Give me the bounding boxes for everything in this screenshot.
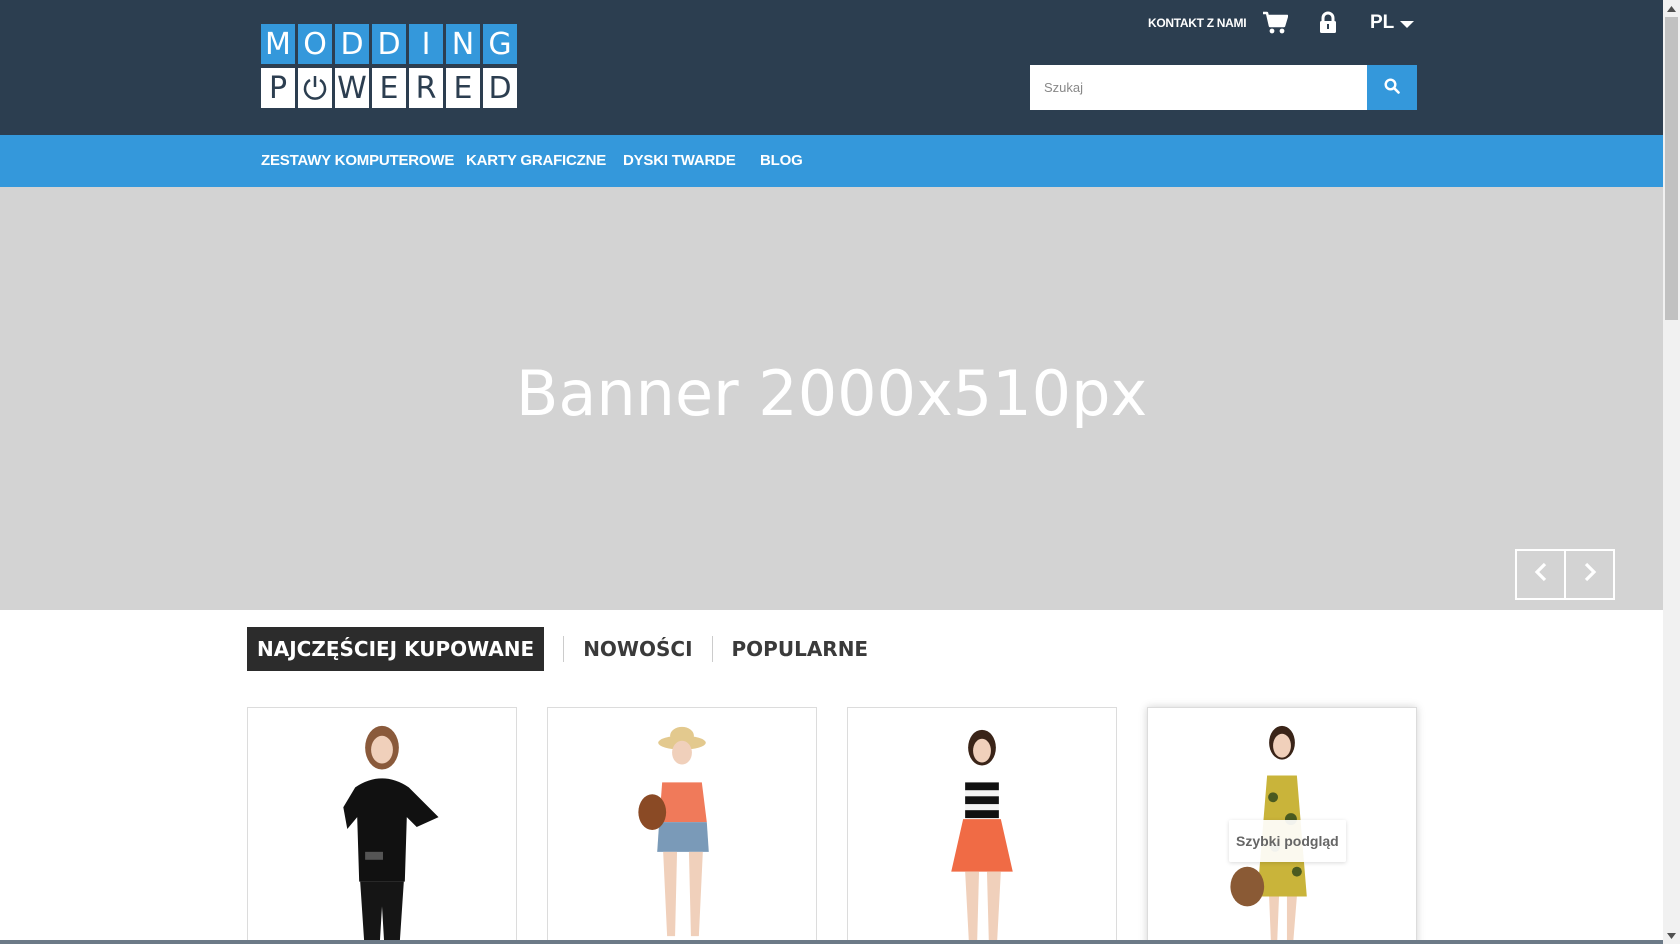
search-input[interactable] bbox=[1030, 65, 1367, 110]
product-tabs: NAJCZĘŚCIEJ KUPOWANE NOWOŚCI POPULARNE bbox=[247, 627, 868, 671]
logo-letter: W bbox=[335, 68, 369, 108]
language-label: PL bbox=[1370, 12, 1395, 33]
slider-prev-button[interactable] bbox=[1515, 549, 1566, 600]
logo-letter: D bbox=[483, 68, 517, 108]
product-card[interactable] bbox=[847, 707, 1117, 944]
logo-letter: E bbox=[446, 68, 480, 108]
power-symbol-icon bbox=[298, 68, 332, 108]
logo-bottom-row: P W E R E D bbox=[261, 68, 517, 108]
lock-icon[interactable] bbox=[1318, 11, 1338, 35]
scrollbar-thumb[interactable] bbox=[1665, 17, 1678, 320]
product-image[interactable] bbox=[248, 708, 516, 944]
search-button[interactable] bbox=[1367, 65, 1417, 110]
main-nav: ZESTAWY KOMPUTEROWE KARTY GRAFICZNE DYSK… bbox=[0, 135, 1663, 187]
product-card[interactable] bbox=[247, 707, 517, 944]
logo-letter: M bbox=[261, 24, 295, 64]
slider-next-button[interactable] bbox=[1564, 549, 1615, 600]
logo-letter: N bbox=[446, 24, 480, 64]
quick-view-button[interactable]: Szybki podgląd bbox=[1229, 820, 1346, 862]
tab-divider bbox=[711, 636, 713, 662]
search-icon bbox=[1384, 78, 1400, 97]
banner-slider[interactable]: Banner 2000x510px bbox=[0, 187, 1663, 610]
product-card[interactable] bbox=[547, 707, 817, 944]
product-image[interactable] bbox=[848, 708, 1116, 944]
product-image[interactable] bbox=[548, 708, 816, 944]
header: M O D D I N G P W E R E D KONTAKT Z NAMI… bbox=[0, 0, 1663, 135]
chevron-left-icon bbox=[1534, 562, 1548, 587]
logo-letter: E bbox=[372, 68, 406, 108]
scroll-up-arrow-icon[interactable] bbox=[1663, 0, 1680, 17]
product-card[interactable]: Szybki podgląd bbox=[1147, 707, 1417, 944]
logo-letter: O bbox=[298, 24, 332, 64]
nav-item-zestawy-komputerowe[interactable]: ZESTAWY KOMPUTEROWE bbox=[261, 135, 454, 187]
language-select[interactable]: PL bbox=[1370, 12, 1415, 34]
page: M O D D I N G P W E R E D KONTAKT Z NAMI… bbox=[0, 0, 1680, 944]
logo[interactable]: M O D D I N G P W E R E D bbox=[261, 24, 554, 108]
logo-top-row: M O D D I N G bbox=[261, 24, 517, 64]
nav-item-blog[interactable]: BLOG bbox=[760, 135, 803, 187]
scrollbar[interactable] bbox=[1663, 0, 1680, 944]
nav-item-karty-graficzne[interactable]: KARTY GRAFICZNE bbox=[466, 135, 606, 187]
cart-icon[interactable] bbox=[1262, 11, 1289, 35]
logo-letter: G bbox=[483, 24, 517, 64]
logo-letter: R bbox=[409, 68, 443, 108]
tab-popularne[interactable]: POPULARNE bbox=[732, 627, 869, 671]
logo-letter: P bbox=[261, 68, 295, 108]
caret-down-icon bbox=[1400, 21, 1415, 28]
scroll-down-arrow-icon[interactable] bbox=[1663, 927, 1680, 944]
tab-nowosci[interactable]: NOWOŚCI bbox=[583, 627, 692, 671]
logo-letter: I bbox=[409, 24, 443, 64]
chevron-right-icon bbox=[1583, 562, 1597, 587]
banner-text: Banner 2000x510px bbox=[515, 357, 1148, 430]
logo-letter: D bbox=[372, 24, 406, 64]
tab-divider bbox=[563, 636, 565, 662]
logo-letter: D bbox=[335, 24, 369, 64]
tab-najczesciej-kupowane[interactable]: NAJCZĘŚCIEJ KUPOWANE bbox=[247, 627, 545, 671]
nav-item-dyski-twarde[interactable]: DYSKI TWARDE bbox=[623, 135, 736, 187]
bottom-border bbox=[0, 940, 1663, 944]
contact-link[interactable]: KONTAKT Z NAMI bbox=[1148, 16, 1247, 30]
